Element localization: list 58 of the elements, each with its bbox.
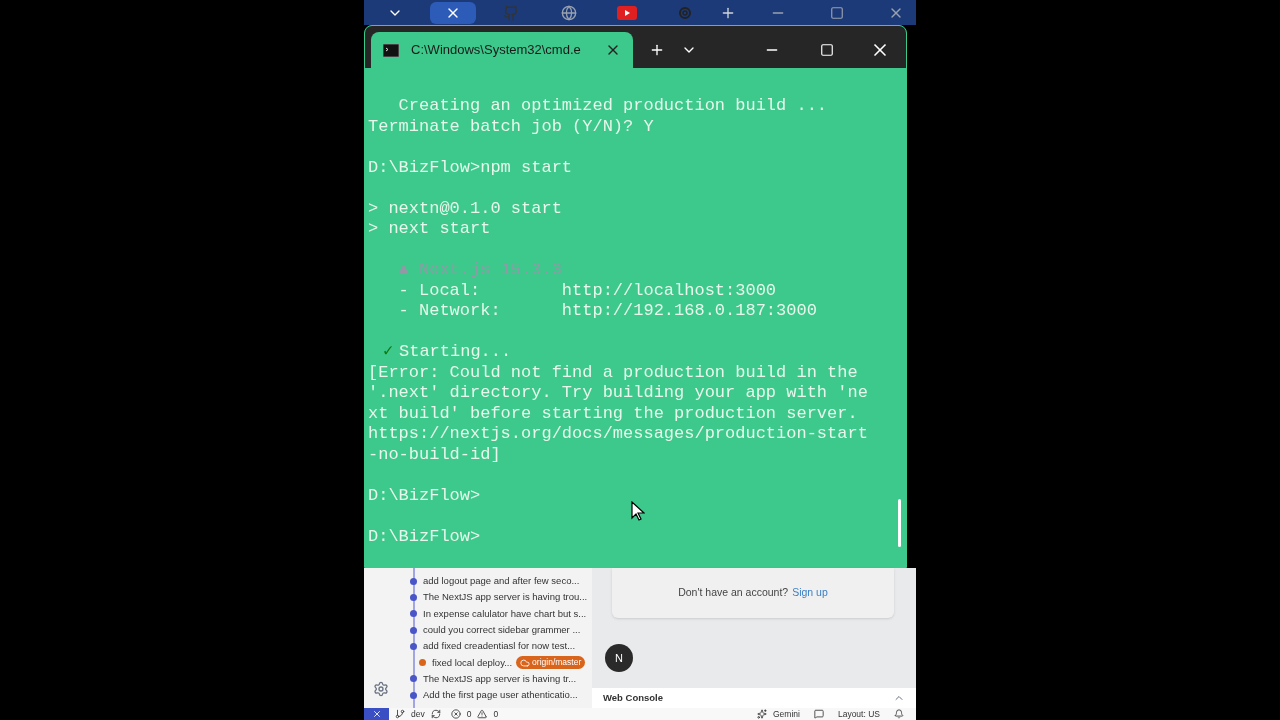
terminal-line: -no-build-id] <box>368 444 502 465</box>
error-count[interactable]: 0 <box>466 707 472 720</box>
terminal-line: D:\BizFlow> <box>368 485 482 506</box>
terminal-line: - Local: http://localhost:3000 <box>397 280 778 301</box>
knot-icon <box>677 4 693 21</box>
scrollbar-thumb[interactable] <box>898 499 901 547</box>
terminal-line: '.next' directory. Try building your app with 'ne <box>368 383 869 404</box>
settings-icon[interactable] <box>373 681 389 697</box>
sparkle-icon <box>757 709 767 719</box>
terminal-line: > nextn@0.1.0 start <box>368 198 563 219</box>
terminal-line: D:\BizFlow> <box>368 526 482 547</box>
terminal-line: ▲ Next.js 15.3.3 <box>397 260 563 281</box>
terminal-icon <box>383 43 399 57</box>
terminal-line: [Error: Could not find a production build in the <box>368 362 859 383</box>
error-icon <box>450 709 461 719</box>
commit-message[interactable]: add logout page and after few seco... <box>423 574 580 589</box>
terminal-line: https://nextjs.org/docs/messages/production-start <box>368 424 869 445</box>
sync-icon[interactable] <box>430 709 441 719</box>
sign-up-link[interactable]: Sign up <box>792 585 828 601</box>
mouse-pointer-icon <box>631 501 645 521</box>
commit-message[interactable]: add fixed creadentiasl for now test... <box>423 639 576 654</box>
new-tab-icon[interactable] <box>649 42 665 58</box>
commit-message[interactable]: fixed local deploy... <box>432 655 513 670</box>
play-icon <box>617 5 637 20</box>
commit-message[interactable]: The NextJS app server is having trou... <box>423 590 588 605</box>
commit-message[interactable]: The NextJS app server is having tr... <box>423 671 577 687</box>
branch-name[interactable]: dev <box>411 707 425 720</box>
terminal-tab-title: C:\Windows\System32\cmd.e <box>411 41 581 60</box>
signup-prompt: Don't have an account? <box>678 585 789 601</box>
remote-icon <box>371 709 382 719</box>
terminal-line: xt build' before starting the production server. <box>368 403 859 424</box>
bell-icon[interactable] <box>894 709 904 719</box>
feedback-icon[interactable] <box>813 709 824 719</box>
avatar[interactable]: N <box>605 644 633 672</box>
branch-tag: origin/master <box>516 656 586 669</box>
cat-icon <box>503 4 519 21</box>
web-console-title: Web Console <box>603 690 663 705</box>
branch-icon <box>395 709 405 719</box>
terminal-line: - Network: http://192.168.0.187:3000 <box>397 301 818 322</box>
commit-message[interactable]: could you correct sidebar grammer ... <box>423 622 581 638</box>
cloud-icon <box>520 657 531 668</box>
globe-icon <box>561 4 577 21</box>
terminal-tab[interactable]: C:\Windows\System32\cmd.e <box>371 32 633 68</box>
terminal-line: Creating an optimized production build ... <box>397 96 829 117</box>
terminal-line: Terminate batch job (Y/N)? Y <box>368 116 655 137</box>
browser-tab[interactable] <box>430 1 476 24</box>
warning-count[interactable]: 0 <box>493 707 499 720</box>
assistant-label[interactable]: Gemini <box>773 707 800 720</box>
web-console-bar[interactable]: Web Console <box>592 688 916 708</box>
remote-button[interactable] <box>364 708 389 720</box>
check-mark: ✓ <box>383 342 395 363</box>
terminal-line: D:\BizFlow>npm start <box>368 157 574 178</box>
keyboard-layout[interactable]: Layout: US <box>837 707 880 720</box>
terminal-line: Starting... <box>399 342 512 363</box>
terminal-line: > next start <box>368 219 492 240</box>
commit-message[interactable]: In expense calulator have chart but s... <box>423 606 587 621</box>
warning-icon <box>477 709 488 719</box>
commit-message[interactable]: Add the first page user athenticatio... <box>423 688 578 703</box>
